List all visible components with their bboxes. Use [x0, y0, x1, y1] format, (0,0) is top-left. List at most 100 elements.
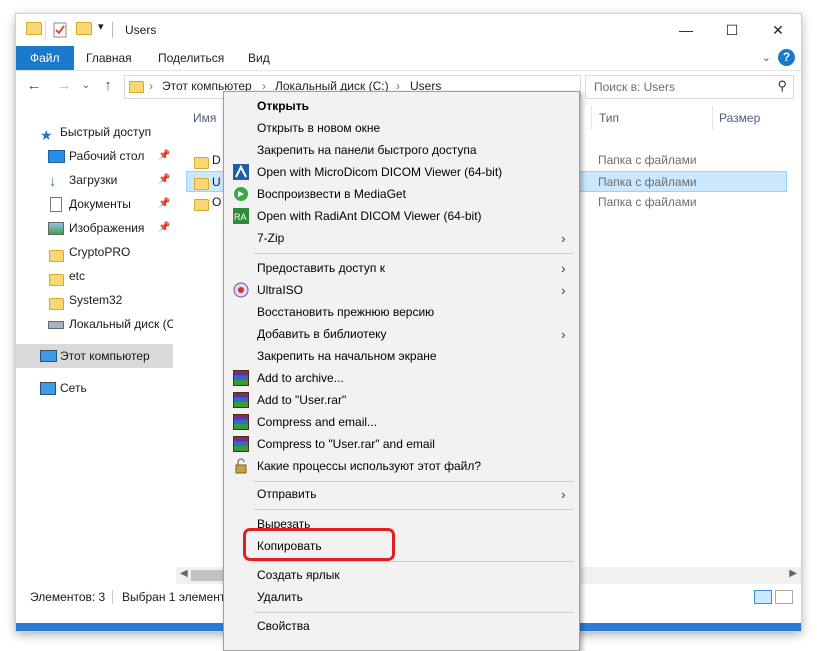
menu-item-ultraiso[interactable]: UltraISO ›: [224, 279, 579, 301]
tab-file[interactable]: Файл: [16, 46, 74, 70]
menu-item-pin-start[interactable]: Закрепить на начальном экране: [224, 345, 579, 367]
submenu-arrow-icon: ›: [561, 230, 566, 246]
sidebar-item-system32[interactable]: System32: [16, 288, 173, 312]
sidebar-item-pictures[interactable]: Изображения 📌: [16, 216, 173, 240]
minimize-button[interactable]: —: [663, 14, 709, 46]
menu-item-properties[interactable]: Свойства: [224, 615, 579, 637]
pin-icon[interactable]: 📌: [158, 192, 170, 216]
help-icon[interactable]: ?: [778, 49, 795, 66]
folder-icon: [49, 294, 64, 312]
sidebar-item-cryptopro[interactable]: CryptoPRO: [16, 240, 173, 264]
menu-item-share-with[interactable]: Предоставить доступ к ›: [224, 257, 579, 279]
submenu-arrow-icon: ›: [561, 486, 566, 502]
sidebar-item-desktop[interactable]: Рабочий стол 📌: [16, 144, 173, 168]
winrar-icon: [233, 392, 249, 408]
sidebar-item-etc[interactable]: etc: [16, 264, 173, 288]
column-header-type[interactable]: Тип: [599, 106, 619, 130]
desktop-icon: [48, 150, 65, 163]
image-icon: [48, 222, 64, 235]
svg-text:RA: RA: [234, 212, 247, 222]
navigation-pane: ★ Быстрый доступ Рабочий стол 📌 ↓ Загруз…: [16, 106, 173, 566]
maximize-button[interactable]: ☐: [709, 14, 755, 46]
sidebar-item-quick-access[interactable]: ★ Быстрый доступ: [16, 120, 173, 144]
pin-icon[interactable]: 📌: [158, 216, 170, 240]
recent-locations-icon[interactable]: ⌄: [76, 75, 96, 97]
copy-highlight-frame: [243, 528, 395, 561]
customize-toolbar-icon[interactable]: ▾: [98, 20, 104, 36]
menu-item-delete[interactable]: Удалить: [224, 586, 579, 608]
menu-separator: [254, 561, 574, 562]
column-header-name[interactable]: Имя: [193, 106, 216, 130]
close-button[interactable]: ✕: [755, 14, 801, 46]
item-count: Элементов: 3: [30, 590, 106, 604]
menu-item-pin-quick-access[interactable]: Закрепить на панели быстрого доступа: [224, 139, 579, 161]
download-icon: ↓: [49, 173, 57, 190]
menu-item-send-to[interactable]: Отправить ›: [224, 483, 579, 505]
menu-separator: [254, 509, 574, 510]
menu-separator: [254, 481, 574, 482]
menu-separator: [254, 253, 574, 254]
search-input[interactable]: Поиск в: Users: [594, 80, 675, 94]
ribbon-tabs: Файл Главная Поделиться Вид ⌄ ?: [16, 46, 801, 71]
sidebar-item-network[interactable]: Сеть: [16, 376, 173, 400]
star-icon: ★: [40, 127, 53, 143]
search-icon: ⚲: [777, 78, 787, 93]
pin-icon[interactable]: 📌: [158, 144, 170, 168]
menu-item-restore-version[interactable]: Восстановить прежнюю версию: [224, 301, 579, 323]
large-icons-view-icon[interactable]: [775, 590, 793, 604]
new-folder-icon[interactable]: [76, 22, 92, 38]
menu-item-compress-to-user-rar-email[interactable]: Compress to "User.rar" and email: [224, 433, 579, 455]
drive-icon: [48, 321, 64, 329]
tab-view[interactable]: Вид: [236, 46, 282, 70]
details-view-icon[interactable]: [754, 590, 772, 604]
sidebar-item-documents[interactable]: Документы 📌: [16, 192, 173, 216]
menu-item-create-shortcut[interactable]: Создать ярлык: [224, 564, 579, 586]
submenu-arrow-icon: ›: [561, 326, 566, 342]
computer-icon: [40, 350, 57, 362]
folder-icon: [49, 246, 64, 264]
document-icon: [50, 197, 62, 212]
folder-icon: [194, 197, 209, 218]
microdicom-icon: [233, 164, 249, 180]
pin-icon[interactable]: 📌: [158, 168, 170, 192]
forward-icon[interactable]: →: [54, 75, 74, 97]
ribbon-expand-icon[interactable]: ⌄: [762, 51, 771, 64]
submenu-arrow-icon: ›: [561, 260, 566, 276]
menu-item-add-to-user-rar[interactable]: Add to "User.rar": [224, 389, 579, 411]
menu-item-add-to-archive[interactable]: Add to archive...: [224, 367, 579, 389]
tab-home[interactable]: Главная: [74, 46, 144, 70]
menu-item-radiant[interactable]: RA Open with RadiAnt DICOM Viewer (64-bi…: [224, 205, 579, 227]
menu-item-microdicom[interactable]: Open with MicroDicom DICOM Viewer (64-bi…: [224, 161, 579, 183]
title-bar: ▾ Users — ☐ ✕: [16, 14, 801, 46]
back-icon[interactable]: ←: [24, 75, 44, 97]
sidebar-item-this-pc[interactable]: Этот компьютер: [16, 344, 173, 368]
radiant-icon: RA: [233, 208, 249, 224]
folder-icon: [26, 22, 42, 38]
selection-count: Выбран 1 элемент: [122, 590, 226, 604]
sidebar-item-local-disk[interactable]: Локальный диск (C: [16, 312, 173, 336]
up-icon[interactable]: ↑: [98, 75, 118, 97]
search-box[interactable]: Поиск в: Users ⚲: [585, 75, 794, 99]
menu-item-add-to-library[interactable]: Добавить в библиотеку ›: [224, 323, 579, 345]
context-menu: Открыть Открыть в новом окне Закрепить н…: [223, 91, 580, 651]
mediaget-icon: [233, 186, 249, 202]
column-header-size[interactable]: Размер: [719, 106, 760, 130]
folder-icon: [129, 81, 144, 96]
submenu-arrow-icon: ›: [561, 282, 566, 298]
menu-item-compress-email[interactable]: Compress and email...: [224, 411, 579, 433]
menu-item-open[interactable]: Открыть: [224, 95, 579, 117]
menu-item-open-new-window[interactable]: Открыть в новом окне: [224, 117, 579, 139]
folder-icon: [49, 270, 64, 288]
winrar-icon: [233, 414, 249, 430]
menu-item-which-processes[interactable]: Какие процессы используют этот файл?: [224, 455, 579, 477]
scroll-right-icon[interactable]: ▶: [789, 568, 797, 579]
properties-icon[interactable]: [53, 22, 67, 38]
lock-icon: [233, 458, 249, 474]
tab-share[interactable]: Поделиться: [146, 46, 236, 70]
scroll-left-icon[interactable]: ◀: [180, 568, 188, 579]
sidebar-item-downloads[interactable]: ↓ Загрузки 📌: [16, 168, 173, 192]
menu-item-7zip[interactable]: 7-Zip ›: [224, 227, 579, 249]
breadcrumb-separator-icon: ›: [149, 79, 153, 93]
menu-item-mediaget[interactable]: Воспроизвести в MediaGet: [224, 183, 579, 205]
window-title: Users: [125, 23, 157, 37]
